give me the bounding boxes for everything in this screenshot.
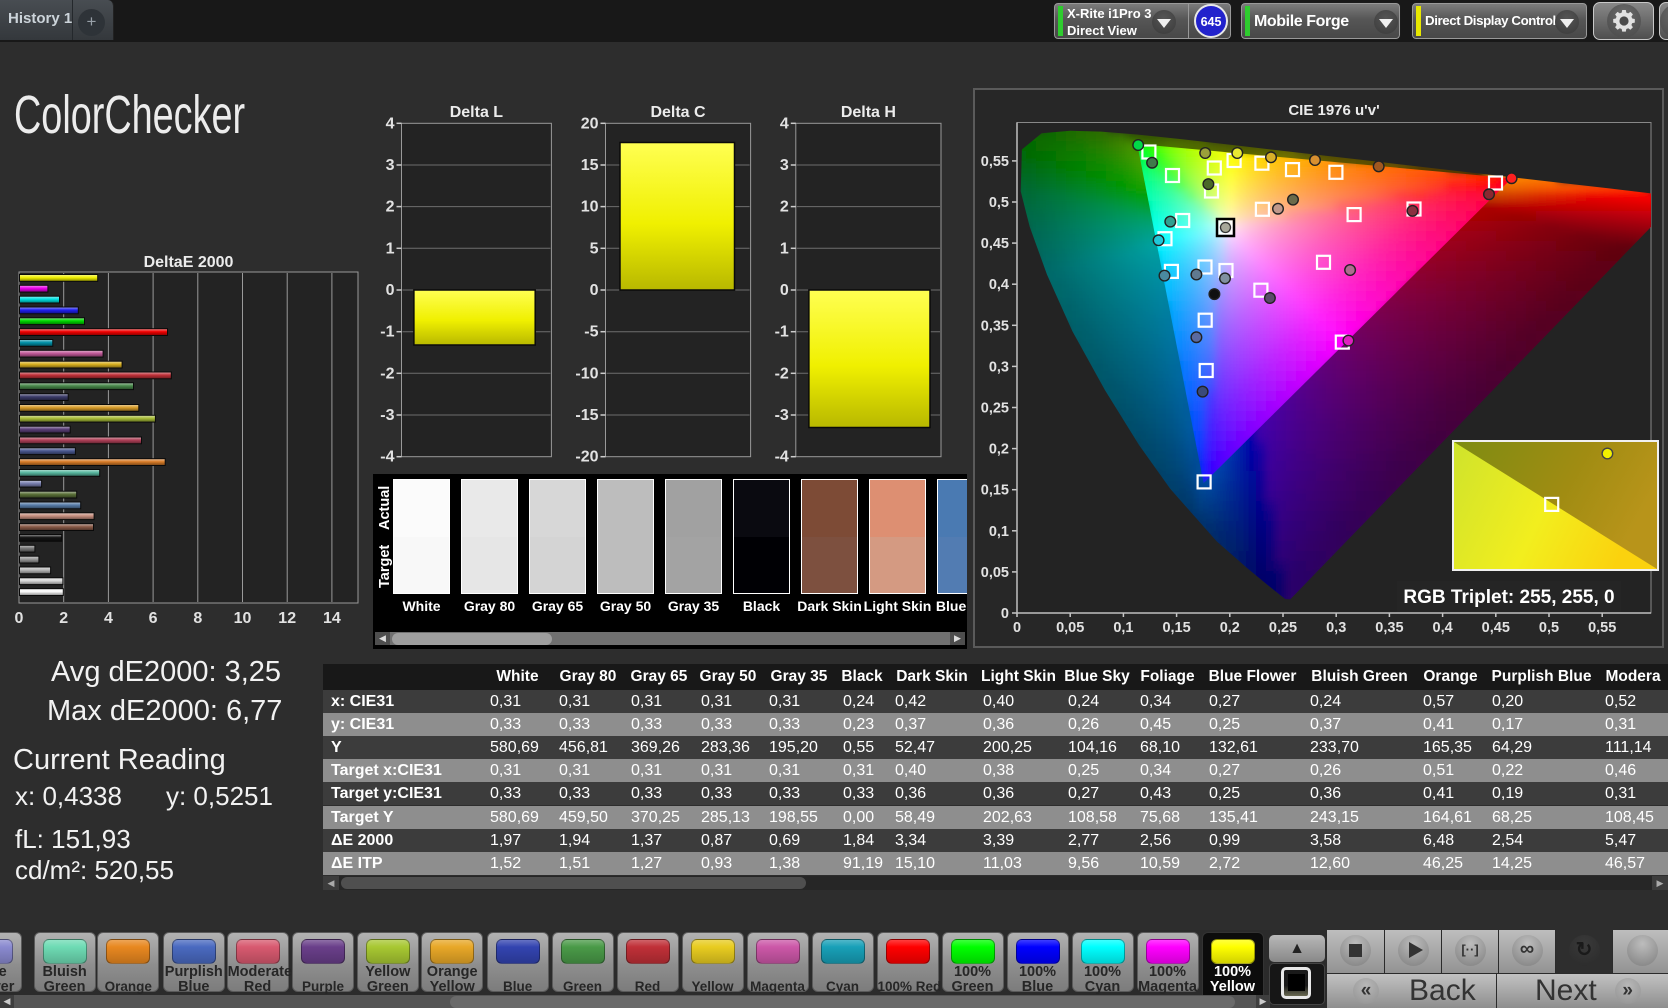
- svg-text:0,1: 0,1: [989, 524, 1009, 540]
- svg-text:Delta H: Delta H: [841, 104, 896, 121]
- svg-text:15: 15: [581, 157, 599, 174]
- svg-text:-20: -20: [575, 449, 598, 466]
- svg-text:-2: -2: [380, 365, 394, 382]
- svg-text:1: 1: [780, 240, 789, 257]
- svg-text:0,15: 0,15: [981, 483, 1009, 499]
- svg-text:3: 3: [780, 157, 789, 174]
- svg-text:-15: -15: [575, 407, 598, 424]
- svg-text:0,45: 0,45: [981, 236, 1009, 252]
- svg-text:4: 4: [386, 115, 395, 132]
- svg-text:12: 12: [278, 610, 296, 627]
- svg-text:-4: -4: [380, 449, 394, 466]
- svg-text:0,05: 0,05: [981, 565, 1009, 581]
- svg-text:4: 4: [780, 115, 789, 132]
- svg-text:20: 20: [581, 115, 599, 132]
- svg-text:-10: -10: [575, 365, 598, 382]
- svg-text:0,4: 0,4: [1433, 620, 1453, 636]
- svg-text:0,3: 0,3: [1326, 620, 1346, 636]
- svg-text:0,3: 0,3: [989, 359, 1009, 375]
- svg-text:2: 2: [780, 199, 789, 216]
- svg-text:0,5: 0,5: [989, 195, 1009, 211]
- svg-text:0,1: 0,1: [1113, 620, 1133, 636]
- svg-text:0,2: 0,2: [989, 442, 1009, 458]
- svg-text:-4: -4: [775, 449, 789, 466]
- svg-text:Delta C: Delta C: [650, 104, 706, 121]
- svg-text:0,4: 0,4: [989, 277, 1009, 293]
- svg-text:DeltaE 2000: DeltaE 2000: [144, 254, 234, 271]
- svg-text:-3: -3: [380, 407, 394, 424]
- svg-text:RGB Triplet: 255, 255, 0: RGB Triplet: 255, 255, 0: [1403, 587, 1614, 608]
- svg-text:-1: -1: [380, 324, 394, 341]
- svg-text:10: 10: [234, 610, 252, 627]
- svg-text:0,55: 0,55: [981, 154, 1009, 170]
- svg-text:14: 14: [323, 610, 341, 627]
- svg-text:0,15: 0,15: [1162, 620, 1190, 636]
- svg-text:0,45: 0,45: [1482, 620, 1510, 636]
- svg-text:10: 10: [581, 199, 599, 216]
- svg-text:0,35: 0,35: [1375, 620, 1403, 636]
- svg-text:0,35: 0,35: [981, 318, 1009, 334]
- svg-text:6: 6: [149, 610, 158, 627]
- svg-text:0,05: 0,05: [1056, 620, 1084, 636]
- svg-text:0: 0: [1013, 620, 1021, 636]
- svg-text:0,25: 0,25: [1269, 620, 1297, 636]
- svg-text:1: 1: [386, 240, 395, 257]
- svg-text:CIE 1976 u'v': CIE 1976 u'v': [1288, 102, 1379, 119]
- svg-text:0: 0: [780, 282, 789, 299]
- svg-text:-2: -2: [775, 365, 789, 382]
- svg-text:0: 0: [386, 282, 395, 299]
- svg-text:0: 0: [1001, 606, 1009, 622]
- svg-text:4: 4: [104, 610, 113, 627]
- svg-text:Delta L: Delta L: [450, 104, 504, 121]
- svg-text:-3: -3: [775, 407, 789, 424]
- svg-text:0: 0: [15, 610, 24, 627]
- svg-text:0: 0: [590, 282, 599, 299]
- svg-text:0,25: 0,25: [981, 401, 1009, 417]
- svg-text:5: 5: [590, 240, 599, 257]
- svg-text:-5: -5: [584, 324, 598, 341]
- svg-text:0,5: 0,5: [1539, 620, 1559, 636]
- svg-text:2: 2: [386, 199, 395, 216]
- svg-text:0,55: 0,55: [1588, 620, 1616, 636]
- svg-text:8: 8: [193, 610, 202, 627]
- svg-text:2: 2: [59, 610, 68, 627]
- svg-text:3: 3: [386, 157, 395, 174]
- svg-text:-1: -1: [775, 324, 789, 341]
- svg-text:0,2: 0,2: [1220, 620, 1240, 636]
